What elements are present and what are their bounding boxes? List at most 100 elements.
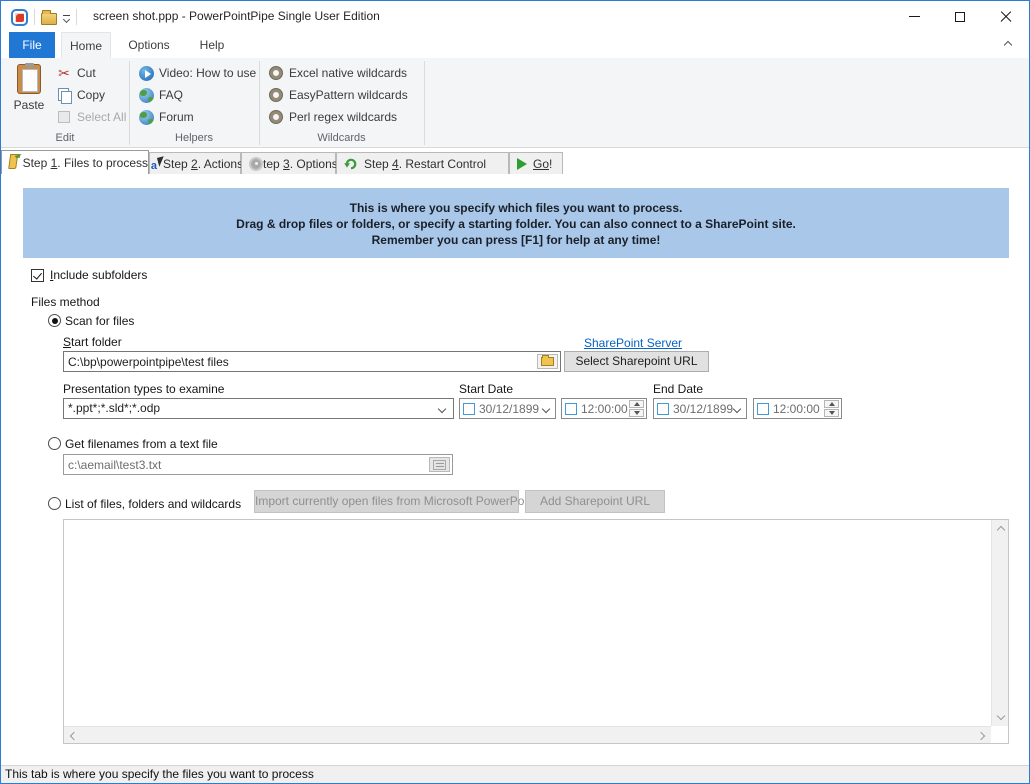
cut-button[interactable]: ✂ Cut — [56, 64, 96, 82]
easypattern-wildcards-label: EasyPattern wildcards — [289, 88, 408, 102]
time-enable-checkbox[interactable] — [565, 403, 577, 415]
open-file-icon[interactable] — [41, 13, 57, 25]
play-icon — [517, 158, 527, 170]
scan-for-files-radio[interactable] — [48, 314, 61, 327]
presentation-types-value: *.ppt*;*.sld*;*.odp — [68, 401, 160, 415]
time-enable-checkbox[interactable] — [757, 403, 769, 415]
quick-access-toolbar — [11, 6, 77, 28]
time-spinner[interactable] — [629, 400, 644, 417]
step-tab-strip: Step 1. Files to process a Step 2. Actio… — [1, 150, 1029, 174]
start-folder-field[interactable] — [63, 351, 561, 372]
start-time-value: 12:00:00 — [581, 402, 628, 416]
tab-home[interactable]: Home — [61, 32, 111, 58]
perl-regex-wildcards-button[interactable]: Perl regex wildcards — [268, 108, 397, 126]
scroll-right-button[interactable] — [974, 727, 991, 744]
file-list-box[interactable] — [63, 519, 1009, 744]
add-sharepoint-url-button[interactable]: Add Sharepoint URL — [525, 490, 665, 513]
wildcard-ring-icon — [268, 109, 284, 125]
minimize-button[interactable] — [891, 1, 937, 32]
perl-wildcards-label: Perl regex wildcards — [289, 110, 397, 124]
wildcard-ring-icon — [268, 87, 284, 103]
chevron-down-icon — [996, 712, 1004, 720]
faq-label: FAQ — [159, 88, 183, 102]
scan-for-files-label[interactable]: Scan for files — [65, 314, 134, 328]
end-time-picker[interactable]: 12:00:00 — [753, 398, 842, 419]
copy-icon — [56, 87, 72, 103]
start-date-picker[interactable]: 30/12/1899 — [459, 398, 556, 419]
date-enable-checkbox[interactable] — [657, 403, 669, 415]
collapse-ribbon-icon[interactable] — [1004, 41, 1012, 49]
include-subfolders-checkbox[interactable] — [31, 269, 44, 282]
date-enable-checkbox[interactable] — [463, 403, 475, 415]
import-open-files-button[interactable]: Import currently open files from Microso… — [254, 490, 519, 513]
start-folder-input[interactable] — [68, 352, 560, 371]
chevron-down-icon[interactable] — [542, 405, 550, 413]
folder-icon — [541, 357, 554, 366]
time-spinner[interactable] — [824, 400, 839, 417]
end-date-picker[interactable]: 30/12/1899 — [653, 398, 747, 419]
tab-go[interactable]: Go! — [509, 152, 563, 174]
chevron-up-icon — [996, 526, 1004, 534]
text-file-field[interactable] — [63, 454, 453, 475]
close-button[interactable] — [983, 1, 1029, 32]
horizontal-scrollbar[interactable] — [64, 726, 991, 743]
scroll-down-button[interactable] — [992, 709, 1009, 726]
select-all-label: Select All — [77, 110, 126, 124]
paste-label: Paste — [14, 98, 45, 112]
separator — [34, 9, 35, 25]
excel-wildcards-label: Excel native wildcards — [289, 66, 407, 80]
chevron-down-icon[interactable] — [438, 405, 446, 413]
presentation-types-combobox[interactable]: *.ppt*;*.sld*;*.odp — [63, 398, 454, 419]
step3-label: Step 3. Options — [255, 157, 338, 171]
forum-button[interactable]: Forum — [138, 108, 194, 126]
faq-button[interactable]: FAQ — [138, 86, 183, 104]
video-how-to-use-button[interactable]: Video: How to use — [138, 64, 256, 82]
list-of-files-radio[interactable] — [48, 497, 61, 510]
tab-step4-restart-control[interactable]: Step 4. Restart Control — [336, 152, 509, 174]
step2-label: Step 2. Actions — [163, 157, 243, 171]
cut-label: Cut — [77, 66, 96, 80]
video-play-icon — [138, 65, 154, 81]
start-time-picker[interactable]: 12:00:00 — [561, 398, 647, 419]
spin-down-icon — [829, 411, 835, 415]
excel-native-wildcards-button[interactable]: Excel native wildcards — [268, 64, 407, 82]
scroll-up-button[interactable] — [992, 520, 1009, 537]
tab-step2-actions[interactable]: a Step 2. Actions — [149, 152, 241, 174]
copy-button[interactable]: Copy — [56, 86, 105, 104]
vertical-scrollbar[interactable] — [991, 520, 1008, 726]
customize-qat-dropdown-icon[interactable] — [63, 13, 70, 22]
spin-down-icon — [634, 411, 640, 415]
sharepoint-server-link[interactable]: SharePoint Server — [584, 336, 682, 350]
scroll-left-button[interactable] — [64, 727, 81, 744]
checkmark-icon — [33, 270, 42, 279]
browse-folder-button[interactable] — [537, 354, 558, 369]
text-file-input[interactable] — [68, 455, 452, 474]
chevron-down-icon[interactable] — [733, 405, 741, 413]
tab-step3-options[interactable]: Step 3. Options — [241, 152, 336, 174]
tab-options[interactable]: Options — [117, 32, 181, 58]
tab-step1-files-to-process[interactable]: Step 1. Files to process — [1, 150, 149, 174]
browse-text-file-button[interactable] — [429, 457, 450, 472]
select-all-button[interactable]: Select All — [56, 108, 126, 126]
select-sharepoint-url-button[interactable]: Select Sharepoint URL — [564, 351, 709, 372]
video-label: Video: How to use — [159, 66, 256, 80]
easypattern-wildcards-button[interactable]: EasyPattern wildcards — [268, 86, 408, 104]
files-method-label: Files method — [31, 295, 100, 309]
presentation-types-label: Presentation types to examine — [63, 382, 224, 396]
maximize-button[interactable] — [937, 1, 983, 32]
minimize-icon — [909, 16, 920, 17]
start-date-value: 30/12/1899 — [479, 402, 539, 416]
list-of-files-label[interactable]: List of files, folders and wildcards — [65, 497, 241, 511]
include-subfolders-label[interactable]: Include subfolders — [50, 268, 147, 282]
get-filenames-label[interactable]: Get filenames from a text file — [65, 437, 218, 451]
group-label-helpers: Helpers — [129, 131, 259, 145]
tab-file[interactable]: File — [9, 32, 55, 58]
step4-label: Step 4. Restart Control — [364, 157, 486, 171]
get-filenames-radio[interactable] — [48, 437, 61, 450]
end-date-label: End Date — [653, 382, 703, 396]
wildcard-ring-icon — [268, 65, 284, 81]
folder-open-icon — [8, 157, 17, 169]
status-text: This tab is where you specify the files … — [5, 767, 314, 781]
tab-help[interactable]: Help — [189, 32, 235, 58]
paste-button[interactable]: Paste — [9, 62, 49, 128]
